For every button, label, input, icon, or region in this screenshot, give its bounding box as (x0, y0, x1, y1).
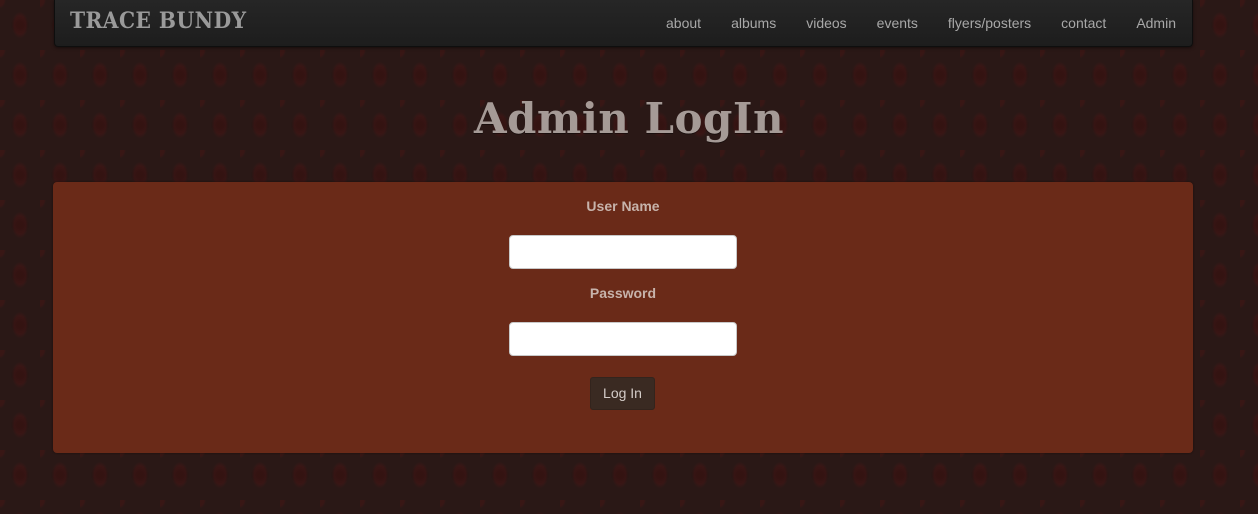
nav-link-events[interactable]: events (877, 15, 918, 31)
login-panel: User Name Password Log In (53, 182, 1193, 453)
nav-links: about albums videos events flyers/poster… (666, 0, 1176, 45)
nav-link-contact[interactable]: contact (1061, 15, 1106, 31)
nav-link-albums[interactable]: albums (731, 15, 776, 31)
username-input[interactable] (509, 235, 737, 269)
password-label: Password (589, 285, 657, 301)
brand-logo[interactable]: TRACE BUNDY (70, 8, 246, 34)
top-navbar: TRACE BUNDY about albums videos events f… (54, 0, 1193, 47)
password-input[interactable] (509, 322, 737, 356)
nav-link-about[interactable]: about (666, 15, 701, 31)
nav-link-admin[interactable]: Admin (1136, 15, 1176, 31)
page-title: Admin LogIn (473, 94, 785, 143)
nav-link-videos[interactable]: videos (806, 15, 846, 31)
login-button[interactable]: Log In (590, 377, 655, 410)
username-label: User Name (586, 198, 660, 214)
nav-link-flyers-posters[interactable]: flyers/posters (948, 15, 1031, 31)
